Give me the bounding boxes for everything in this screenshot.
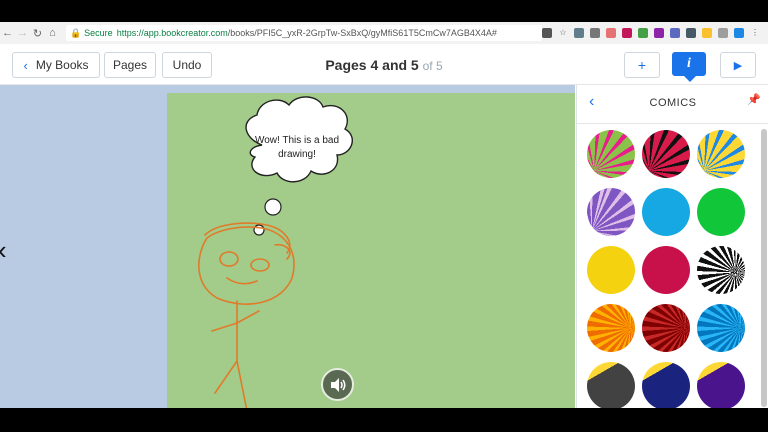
comics-panel: ‹ COMICS 📌 (576, 85, 768, 408)
audio-button[interactable] (321, 368, 354, 401)
menu-icon[interactable]: ⋮ (750, 28, 760, 38)
star-icon[interactable]: ☆ (558, 28, 568, 38)
home-icon[interactable]: ⌂ (45, 27, 60, 39)
swatch-navy-lightning[interactable] (642, 362, 690, 408)
book-page[interactable]: Wow! This is a bad drawing! (167, 93, 575, 408)
extension-icon[interactable] (606, 28, 617, 38)
browser-bar: ← → ↻ ⌂ 🔒 Secure https://app.bookcreator… (0, 22, 768, 45)
play-icon: ▶ (733, 59, 743, 72)
swatch-cyan[interactable] (642, 188, 690, 236)
page-title-text: Pages 4 and 5 (325, 57, 419, 73)
swatch-black-white-burst[interactable] (697, 246, 745, 294)
swatch-green-pink-burst[interactable] (587, 130, 635, 178)
extension-icon[interactable] (590, 28, 601, 38)
extension-icon[interactable] (670, 28, 681, 38)
back-icon[interactable]: ← (0, 27, 15, 39)
lock-icon: 🔒 (69, 27, 82, 38)
page-count: of 5 (422, 59, 443, 73)
app-window: ← → ↻ ⌂ 🔒 Secure https://app.bookcreator… (0, 22, 768, 408)
extensions: ☆ ⋮ (542, 28, 768, 38)
swatch-green[interactable] (697, 188, 745, 236)
url-host: https://app.bookcreator.com (116, 28, 228, 38)
swatch-yellow[interactable] (587, 246, 635, 294)
forward-icon[interactable]: → (15, 27, 30, 39)
extension-icon[interactable] (574, 28, 585, 38)
url-path: /books/PFI5C_yxR-2GrpTw-SxBxQ/gyMfiS61T5… (227, 28, 497, 38)
speaker-icon (330, 377, 345, 392)
play-book-button[interactable]: ▶ (720, 52, 756, 78)
swatch-yellow-blue-burst[interactable] (697, 130, 745, 178)
swatch-violet-lightning[interactable] (697, 362, 745, 408)
address-bar[interactable]: 🔒 Secure https://app.bookcreator.com/boo… (65, 25, 543, 41)
inspector-pointer (684, 76, 696, 82)
swatch-red-black-burst[interactable] (642, 130, 690, 178)
swatch-dark-red-burst[interactable] (642, 304, 690, 352)
rocket-icon[interactable] (686, 28, 697, 38)
panel-header: ‹ COMICS 📌 (577, 85, 768, 124)
swatch-blue-burst[interactable] (697, 304, 745, 352)
swatch-gray-lightning[interactable] (587, 362, 635, 408)
page-drawing: Wow! This is a bad drawing! (198, 96, 354, 408)
swatch-orange-burst[interactable] (587, 304, 635, 352)
thought-text-line1: Wow! This is a bad (255, 135, 339, 146)
thought-text-line2: drawing! (278, 149, 316, 160)
thought-bubble[interactable]: Wow! This is a bad drawing! (245, 96, 354, 236)
swatch-purple-burst[interactable] (587, 188, 635, 236)
scrollbar[interactable] (761, 129, 767, 407)
add-button[interactable]: + (624, 52, 660, 78)
panel-title: COMICS (649, 97, 697, 109)
toolbar: ‹ My Books Pages Undo Pages 4 and 5 of 5… (0, 44, 768, 85)
pin-icon[interactable]: 📌 (747, 93, 761, 106)
info-icon: i (687, 56, 691, 71)
extension-icon[interactable] (718, 28, 729, 38)
reload-icon[interactable]: ↻ (30, 27, 45, 40)
play-icon[interactable] (638, 28, 649, 38)
plus-icon: + (637, 57, 647, 73)
extension-icon[interactable] (734, 28, 745, 38)
previous-page-arrow-icon[interactable]: ‹ (0, 235, 7, 266)
secure-label: Secure (84, 28, 113, 38)
extension-icon[interactable] (622, 28, 633, 38)
camera-icon[interactable] (542, 28, 553, 38)
swatch-crimson[interactable] (642, 246, 690, 294)
editor-workspace: ‹ Wow! This is a bad drawing! (0, 85, 575, 408)
inspector-button[interactable]: i (672, 52, 706, 76)
extension-icon[interactable] (654, 28, 665, 38)
stick-figure-drawing[interactable] (198, 222, 295, 408)
drive-icon[interactable] (702, 28, 713, 38)
